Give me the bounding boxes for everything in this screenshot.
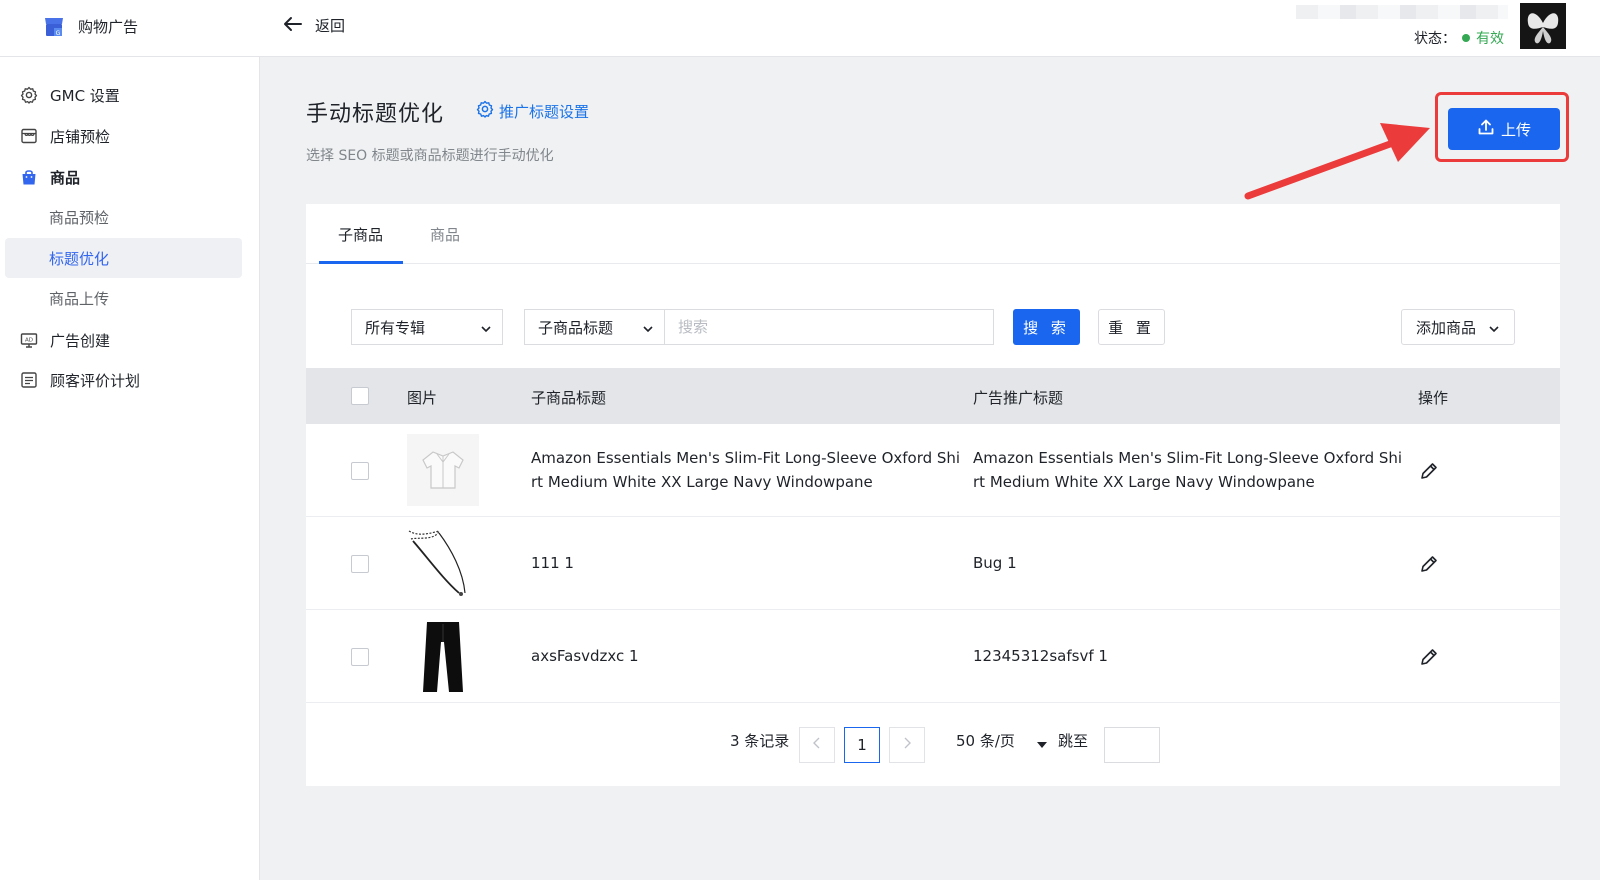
blurred-account-info xyxy=(1296,5,1508,19)
upload-icon xyxy=(1477,118,1495,140)
sidebar-item-review-program[interactable]: 顾客评价计划 xyxy=(20,360,140,400)
top-bar: G 购物广告 返回 状态： 有效 xyxy=(0,0,1600,57)
ad-title-cell: 12345312safsvf 1 xyxy=(973,647,1108,665)
svg-text:AD: AD xyxy=(25,338,33,344)
sidebar-item-products[interactable]: 商品 xyxy=(20,157,80,197)
sub-title-line: rt Medium White XX Large Navy Windowpane xyxy=(531,473,873,491)
page-size-select[interactable]: 50 条/页 xyxy=(956,730,1015,751)
table-row: axsFasvdzxc 1 12345312safsvf 1 xyxy=(306,610,1560,703)
chevron-down-icon xyxy=(1488,321,1500,339)
prev-page-button[interactable] xyxy=(799,727,835,763)
account-status: 状态： 有效 xyxy=(1414,28,1504,48)
column-header-ad-title: 广告推广标题 xyxy=(973,389,1064,407)
status-label: 状态： xyxy=(1414,31,1456,47)
pencil-icon[interactable] xyxy=(1418,646,1440,668)
add-product-label: 添加商品 xyxy=(1416,318,1477,337)
collection-select[interactable]: 所有专辑 xyxy=(351,309,503,345)
back-label: 返回 xyxy=(315,17,346,35)
sub-title-cell: Amazon Essentials Men's Slim-Fit Long-Sl… xyxy=(531,446,960,494)
sidebar-item-ad-creation[interactable]: AD 广告创建 xyxy=(20,320,110,360)
chevron-right-icon xyxy=(902,737,912,753)
page-number-current[interactable]: 1 xyxy=(844,727,880,763)
jump-to-page-input[interactable] xyxy=(1104,727,1160,763)
sidebar-item-label: 商品 xyxy=(50,168,81,187)
sub-title-cell: axsFasvdzxc 1 xyxy=(531,647,639,665)
sidebar-item-product-precheck[interactable]: 商品预检 xyxy=(5,197,242,237)
sidebar-item-store-precheck[interactable]: 店铺预检 xyxy=(20,116,110,156)
pencil-icon[interactable] xyxy=(1418,553,1440,575)
table-header: 图片 子商品标题 广告推广标题 操作 xyxy=(306,368,1560,424)
search-field-select[interactable]: 子商品标题 xyxy=(524,309,665,345)
content-panel: 子商品 商品 所有专辑 子商品标题 搜 索 重 置 添加商品 图片 子商品标题 … xyxy=(306,204,1560,786)
sidebar-item-title-optimization[interactable]: 标题优化 xyxy=(5,238,242,278)
ad-title-line: rt Medium White XX Large Navy Windowpane xyxy=(973,473,1315,491)
avatar[interactable] xyxy=(1520,3,1566,49)
annotation-arrow xyxy=(1244,123,1430,200)
status-value: 有效 xyxy=(1476,31,1504,47)
pants-thumbnail xyxy=(407,620,479,692)
sub-title-cell: 111 1 xyxy=(531,554,574,572)
search-field-value: 子商品标题 xyxy=(538,318,614,337)
ad-title-cell: Bug 1 xyxy=(973,554,1017,572)
title-settings-link[interactable]: 推广标题设置 xyxy=(476,100,589,122)
table-row: 111 1 Bug 1 xyxy=(306,517,1560,610)
sub-title-line: Amazon Essentials Men's Slim-Fit Long-Sl… xyxy=(531,449,961,467)
collection-select-value: 所有专辑 xyxy=(365,318,426,337)
pagination-total: 3 条记录 xyxy=(730,732,790,750)
ad-icon: AD xyxy=(20,331,38,349)
tab-bar: 子商品 商品 xyxy=(306,204,1560,264)
reset-button[interactable]: 重 置 xyxy=(1098,309,1165,345)
active-tab-indicator xyxy=(319,261,403,264)
brand: G 购物广告 xyxy=(42,14,138,38)
add-product-button[interactable]: 添加商品 xyxy=(1401,309,1515,345)
table-row: Amazon Essentials Men's Slim-Fit Long-Sl… xyxy=(306,424,1560,517)
column-header-sub-title: 子商品标题 xyxy=(531,389,607,407)
sidebar-item-gmc-settings[interactable]: GMC 设置 xyxy=(20,75,120,115)
gear-icon xyxy=(476,100,494,122)
pencil-icon[interactable] xyxy=(1418,460,1440,482)
sidebar-item-product-upload[interactable]: 商品上传 xyxy=(5,278,242,318)
ad-title-line: Amazon Essentials Men's Slim-Fit Long-Sl… xyxy=(973,449,1403,467)
status-dot-icon xyxy=(1462,34,1470,42)
shopping-ads-logo-icon: G xyxy=(42,14,66,38)
arrow-left-icon xyxy=(283,16,303,36)
chevron-down-icon xyxy=(642,321,654,339)
app-title: 购物广告 xyxy=(78,17,139,36)
search-input[interactable] xyxy=(664,309,994,345)
search-button[interactable]: 搜 索 xyxy=(1013,309,1080,345)
page-title: 手动标题优化 xyxy=(306,102,445,127)
tab-sub-products[interactable]: 子商品 xyxy=(338,224,383,245)
row-checkbox[interactable] xyxy=(351,462,369,480)
caret-down-icon[interactable] xyxy=(1036,737,1048,753)
sidebar: GMC 设置 店铺预检 商品 商品预检 标题优化 商品上传 AD 广告创建 顾客… xyxy=(0,57,260,880)
chevron-down-icon xyxy=(480,321,492,339)
upload-label: 上传 xyxy=(1500,120,1531,139)
review-icon xyxy=(20,371,38,389)
sidebar-item-label: GMC 设置 xyxy=(50,86,120,105)
sidebar-item-label: 店铺预检 xyxy=(50,127,111,146)
next-page-button[interactable] xyxy=(889,727,925,763)
tab-products[interactable]: 商品 xyxy=(430,224,460,245)
title-settings-label: 推广标题设置 xyxy=(499,102,590,121)
necklace-thumbnail xyxy=(407,527,479,599)
sidebar-item-label: 广告创建 xyxy=(50,331,111,350)
sidebar-item-label: 顾客评价计划 xyxy=(50,371,141,390)
row-checkbox[interactable] xyxy=(351,555,369,573)
shopping-bag-icon xyxy=(20,168,38,186)
page-subtitle: 选择 SEO 标题或商品标题进行手动优化 xyxy=(306,148,554,164)
column-header-actions: 操作 xyxy=(1418,389,1449,407)
row-checkbox[interactable] xyxy=(351,648,369,666)
gear-icon xyxy=(20,86,38,104)
upload-button[interactable]: 上传 xyxy=(1448,108,1560,150)
chevron-left-icon xyxy=(812,737,822,753)
select-all-checkbox[interactable] xyxy=(351,387,369,405)
column-header-image: 图片 xyxy=(407,389,438,407)
jump-to-label: 跳至 xyxy=(1058,732,1089,750)
shirt-thumbnail xyxy=(407,434,479,506)
ad-title-cell: Amazon Essentials Men's Slim-Fit Long-Sl… xyxy=(973,446,1402,494)
back-button[interactable]: 返回 xyxy=(283,15,345,36)
svg-text:G: G xyxy=(56,30,61,37)
store-icon xyxy=(20,127,38,145)
